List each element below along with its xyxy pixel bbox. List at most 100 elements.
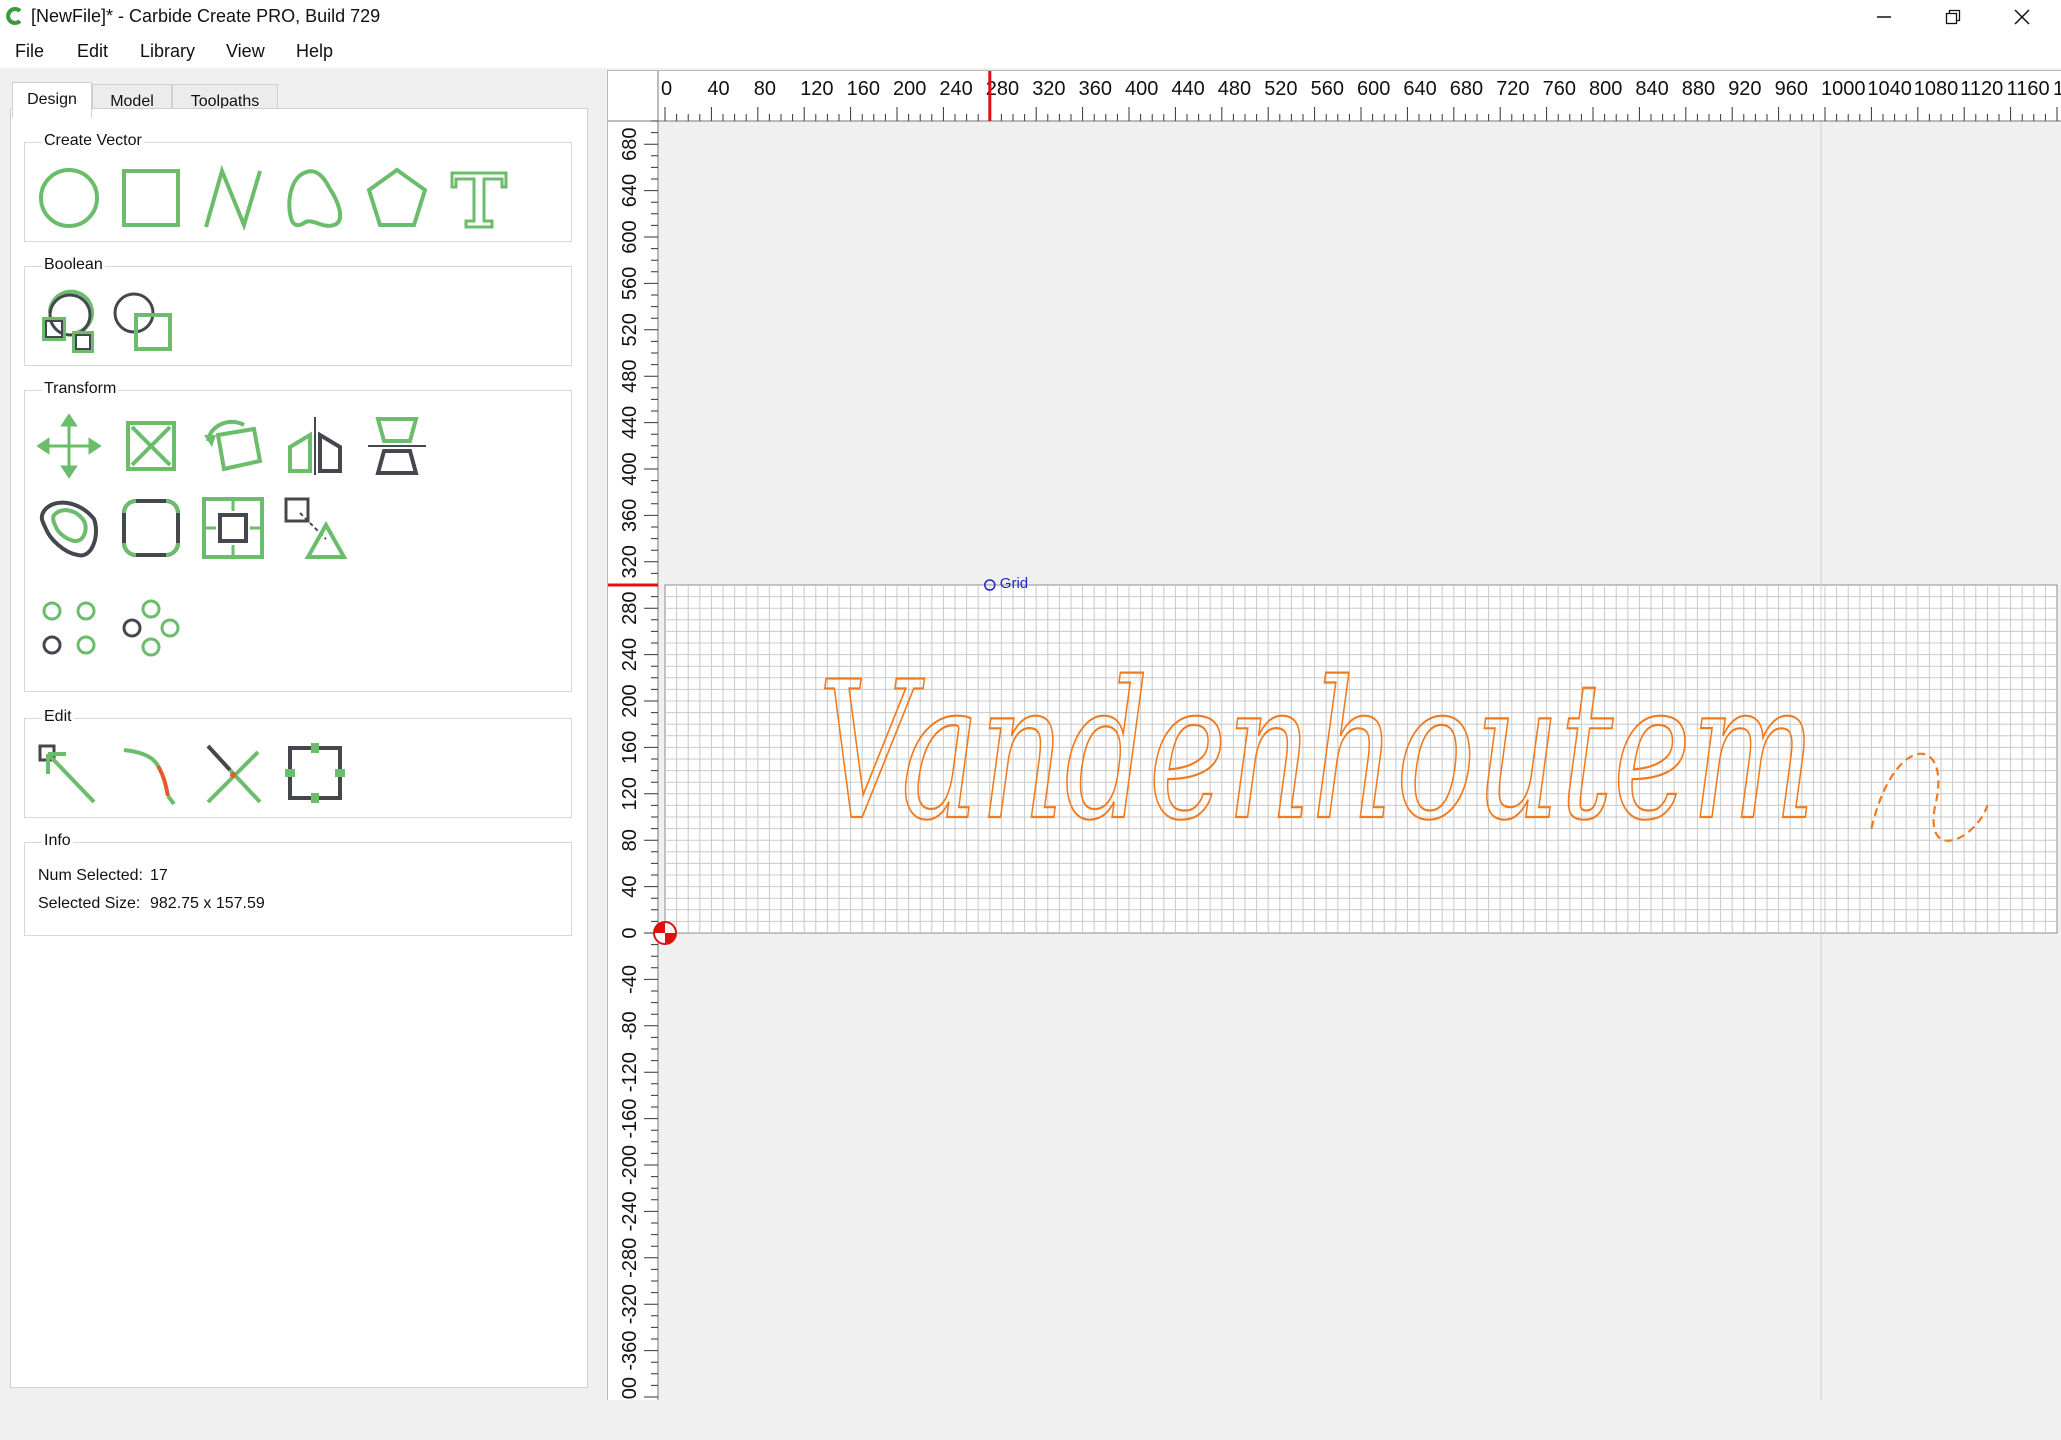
- top-ruler-label: 1200: [2053, 78, 2061, 100]
- top-ruler-label: 160: [847, 78, 880, 100]
- num-selected-label: Num Selected:: [38, 867, 143, 884]
- left-ruler-label: 40: [619, 875, 641, 897]
- top-ruler-label: 1120: [1960, 78, 2003, 100]
- fit-icon: [284, 497, 348, 559]
- transform-title: Transform: [42, 380, 119, 398]
- trim-curve-tool[interactable]: [118, 740, 184, 806]
- edit-title: Edit: [42, 708, 74, 726]
- cut-icon: [206, 744, 262, 804]
- top-ruler-label: 520: [1264, 78, 1297, 100]
- fillet-icon: [122, 499, 180, 557]
- top-ruler-label: 840: [1635, 78, 1668, 100]
- minimize-button[interactable]: [1854, 0, 1914, 34]
- create-vector-title: Create Vector: [42, 132, 144, 150]
- rectangle-icon: [122, 169, 180, 227]
- top-ruler-label: 1160: [2007, 78, 2050, 100]
- top-ruler-label: 400: [1125, 78, 1158, 100]
- polyline-tool[interactable]: [200, 165, 266, 231]
- grid-label: Grid: [999, 575, 1029, 592]
- center-icon: [202, 497, 264, 559]
- offset-icon: [39, 500, 98, 558]
- top-ruler-label: 120: [800, 78, 833, 100]
- boolean-group: [24, 266, 572, 366]
- circular-array-tool[interactable]: [118, 595, 184, 661]
- left-ruler-label: 280: [619, 592, 641, 625]
- boolean-difference-icon: [113, 292, 172, 351]
- mirror-tool[interactable]: [282, 413, 348, 479]
- design-canvas[interactable]: 0 40 80 120 160 200 240 280 320 360 400 440 480 520 56…: [607, 70, 2061, 1400]
- top-ruler-label: 40: [707, 78, 729, 100]
- rotate-icon: [204, 419, 263, 472]
- left-ruler-label: 360: [619, 499, 641, 532]
- align-tool[interactable]: [364, 413, 430, 479]
- info-title: Info: [42, 832, 73, 850]
- circle-tool[interactable]: [36, 165, 102, 231]
- top-ruler-label: 600: [1357, 78, 1390, 100]
- canvas-drawing: 0 40 80 120 160 200 240 280 320 360 400 440 480 520 56…: [608, 71, 2061, 1400]
- align-icon: [368, 417, 426, 475]
- left-ruler-label: 520: [619, 313, 641, 346]
- rotate-tool[interactable]: [200, 413, 266, 479]
- left-ruler-label: 240: [619, 638, 641, 671]
- left-ruler-label: -80: [619, 1011, 641, 1040]
- top-ruler-label: 760: [1543, 78, 1576, 100]
- origin-marker-q2: [665, 933, 676, 944]
- top-ruler-label: 360: [1079, 78, 1112, 100]
- boolean-difference-tool[interactable]: [112, 289, 178, 355]
- menu-library[interactable]: Library: [140, 41, 195, 62]
- join-icon: [285, 743, 345, 803]
- top-ruler-label: 0: [661, 78, 672, 100]
- menu-bar: File Edit Library View Help: [0, 34, 2061, 68]
- offset-tool[interactable]: [36, 495, 102, 561]
- top-ruler-label: 920: [1728, 78, 1761, 100]
- close-button[interactable]: [1992, 0, 2052, 34]
- move-tool[interactable]: [36, 413, 102, 479]
- num-selected-value: 17: [150, 867, 168, 884]
- top-ruler-label: 1040: [1867, 78, 1912, 100]
- node-edit-icon: [38, 744, 96, 804]
- top-ruler-label: 440: [1171, 78, 1204, 100]
- join-tool[interactable]: [282, 740, 348, 806]
- fit-tool[interactable]: [282, 495, 348, 561]
- scale-tool[interactable]: [118, 413, 184, 479]
- top-ruler-label: 320: [1032, 78, 1065, 100]
- node-edit-tool[interactable]: [36, 740, 102, 806]
- rectangle-tool[interactable]: [118, 165, 184, 231]
- boolean-union-tool[interactable]: [36, 289, 102, 355]
- circular-array-icon: [122, 599, 180, 657]
- curve-tool[interactable]: [282, 165, 348, 231]
- top-ruler-label: 640: [1403, 78, 1436, 100]
- linear-array-tool[interactable]: [36, 595, 102, 661]
- left-ruler-label: 600: [619, 220, 641, 253]
- restore-button[interactable]: [1923, 0, 1983, 34]
- menu-help[interactable]: Help: [296, 41, 333, 62]
- top-ruler-label: 80: [754, 78, 776, 100]
- left-ruler-label: 120: [619, 777, 641, 810]
- text-tool[interactable]: [446, 165, 512, 231]
- circle-icon: [39, 168, 99, 228]
- cut-tool[interactable]: [200, 740, 266, 806]
- trim-curve-icon: [123, 748, 176, 806]
- text-icon: [450, 171, 508, 229]
- tab-design[interactable]: Design: [12, 82, 92, 118]
- left-ruler-label: -160: [619, 1099, 641, 1139]
- minimize-icon: [1877, 16, 1891, 18]
- center-tool[interactable]: [200, 495, 266, 561]
- restore-icon: [1945, 9, 1961, 25]
- top-ruler-label: 880: [1682, 78, 1715, 100]
- left-ruler-label: 560: [619, 267, 641, 300]
- left-ruler-label: 480: [619, 360, 641, 393]
- left-ruler-label: 400: [619, 452, 641, 485]
- left-ruler-label: 0: [619, 927, 641, 938]
- left-ruler-label: -240: [619, 1191, 641, 1231]
- window-title: [NewFile]* - Carbide Create PRO, Build 7…: [31, 6, 381, 26]
- menu-view[interactable]: View: [226, 41, 265, 62]
- menu-file[interactable]: File: [15, 41, 44, 62]
- top-ruler-label: 720: [1496, 78, 1529, 100]
- top-ruler-label: 1080: [1914, 78, 1959, 100]
- fillet-tool[interactable]: [118, 495, 184, 561]
- top-ruler-label: 560: [1311, 78, 1344, 100]
- left-ruler-label: 160: [619, 731, 641, 764]
- menu-edit[interactable]: Edit: [77, 41, 108, 62]
- polygon-tool[interactable]: [364, 165, 430, 231]
